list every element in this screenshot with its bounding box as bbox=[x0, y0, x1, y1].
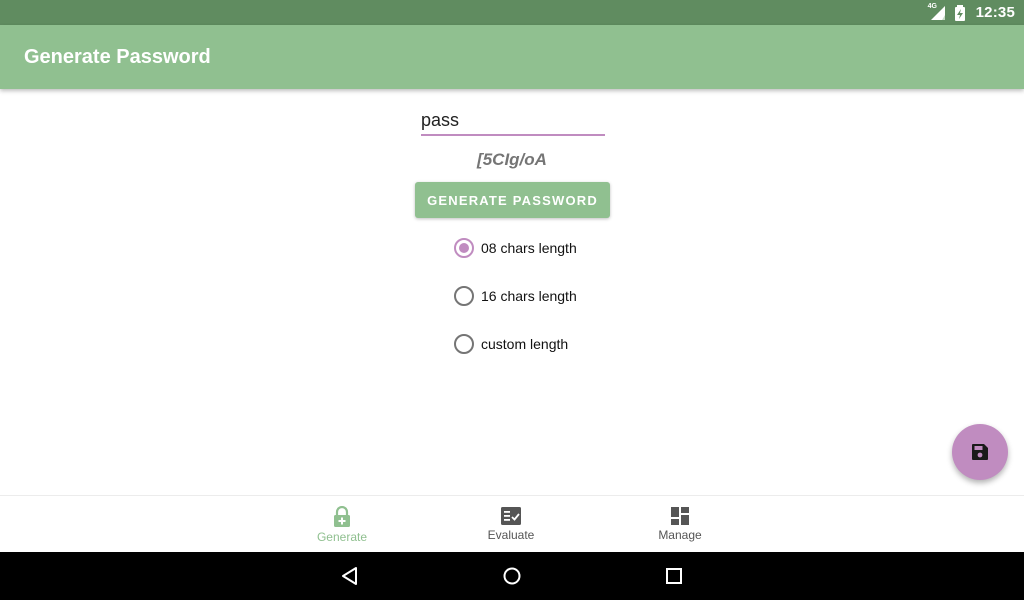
recents-icon[interactable] bbox=[664, 566, 684, 586]
save-icon bbox=[972, 444, 988, 460]
nav-label-evaluate: Evaluate bbox=[487, 528, 535, 542]
radio-button-checked[interactable] bbox=[454, 238, 474, 258]
radio-option-16-chars[interactable]: 16 chars length bbox=[454, 284, 577, 308]
radio-label-16-chars: 16 chars length bbox=[481, 288, 577, 304]
radio-label-custom: custom length bbox=[481, 336, 569, 352]
bottom-navigation: Generate Evaluate Manage bbox=[0, 495, 1024, 552]
page-title: Generate Password bbox=[24, 45, 211, 68]
name-input[interactable] bbox=[421, 106, 605, 134]
radio-button[interactable] bbox=[454, 286, 474, 306]
status-bar: 4G 12:35 bbox=[0, 0, 1024, 25]
nav-label-generate: Generate bbox=[316, 530, 368, 544]
name-field-container bbox=[421, 106, 605, 136]
generated-password-text: [5CIg/oA bbox=[477, 150, 547, 169]
dashboard-icon bbox=[671, 507, 689, 525]
radio-button[interactable] bbox=[454, 334, 474, 354]
system-navigation-bar bbox=[0, 552, 1024, 600]
save-fab-button[interactable] bbox=[952, 424, 1008, 480]
radio-option-8-chars[interactable]: 08 chars length bbox=[454, 236, 577, 260]
back-icon[interactable] bbox=[340, 566, 360, 586]
nav-item-evaluate[interactable]: Evaluate bbox=[461, 496, 561, 553]
radio-option-custom[interactable]: custom length bbox=[454, 332, 568, 356]
app-bar: Generate Password bbox=[0, 25, 1024, 89]
checklist-icon bbox=[501, 507, 521, 525]
lock-plus-icon bbox=[334, 506, 350, 527]
status-clock: 12:35 bbox=[975, 4, 1015, 21]
generate-password-button[interactable]: GENERATE PASSWORD bbox=[415, 182, 610, 218]
nav-item-generate[interactable]: Generate bbox=[292, 496, 392, 553]
nav-label-manage: Manage bbox=[658, 528, 702, 542]
nav-item-manage[interactable]: Manage bbox=[630, 496, 730, 553]
battery-charging-icon bbox=[954, 4, 968, 21]
radio-label-8-chars: 08 chars length bbox=[481, 240, 577, 256]
home-icon[interactable] bbox=[502, 566, 522, 586]
cell-signal-icon: 4G bbox=[928, 3, 946, 21]
screen: 4G 12:35 Generate Password [5CIg/oA GENE… bbox=[0, 0, 1024, 600]
